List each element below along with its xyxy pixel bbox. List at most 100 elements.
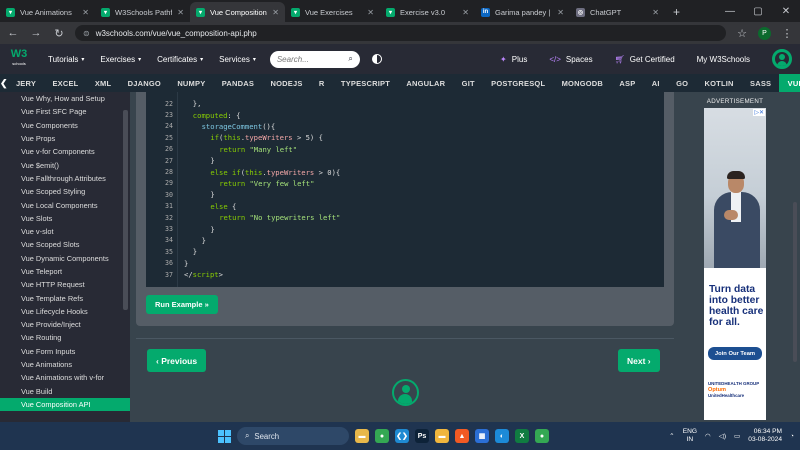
close-tab-icon[interactable]: ✕ — [462, 8, 469, 17]
topic-r[interactable]: R — [311, 74, 333, 92]
clock[interactable]: 06:34 PM 03-08-2024 — [748, 428, 782, 444]
next-button[interactable]: Next › — [618, 349, 660, 372]
nav-services[interactable]: Services ▾ — [219, 55, 256, 64]
topic-jery[interactable]: JERY — [8, 74, 45, 92]
chevron-up-icon[interactable]: ⌃ — [669, 432, 675, 440]
profile-avatar[interactable]: P — [758, 26, 771, 40]
close-tab-icon[interactable]: ✕ — [272, 8, 279, 17]
sidebar-item[interactable]: Vue Why, How and Setup — [0, 92, 130, 105]
photoshop-icon[interactable]: Ps — [415, 429, 429, 443]
sidebar-item[interactable]: Vue Props — [0, 132, 130, 145]
close-tab-icon[interactable]: ✕ — [652, 8, 659, 17]
close-tab-icon[interactable]: ✕ — [177, 8, 184, 17]
forward-icon[interactable]: → — [29, 27, 43, 39]
windows-start-icon[interactable] — [218, 429, 231, 443]
theme-toggle-icon[interactable] — [371, 54, 382, 64]
run-example-button[interactable]: Run Example » — [146, 295, 218, 314]
browser-tab[interactable]: ▾ Vue Exercises ✕ — [285, 2, 380, 22]
chrome-icon[interactable]: ● — [375, 429, 389, 443]
vscode-icon[interactable]: ❮❯ — [395, 429, 409, 443]
excel-icon[interactable]: X — [515, 429, 529, 443]
topic-typescript[interactable]: TYPESCRIPT — [333, 74, 398, 92]
sidebar-item[interactable]: Vue Provide/Inject — [0, 318, 130, 331]
topic-pandas[interactable]: PANDAS — [214, 74, 263, 92]
topic-xml[interactable]: XML — [87, 74, 120, 92]
sidebar-item[interactable]: Vue Animations with v-for — [0, 371, 130, 384]
topic-postgresql[interactable]: POSTGRESQL — [483, 74, 553, 92]
close-tab-icon[interactable]: ✕ — [367, 8, 374, 17]
back-icon[interactable]: ← — [6, 27, 20, 39]
topic-ai[interactable]: AI — [644, 74, 668, 92]
sidebar-item[interactable]: Vue v-for Components — [0, 145, 130, 158]
advertisement[interactable]: ▷✕ Turn data into better health care for… — [704, 108, 766, 420]
nav-exercises[interactable]: Exercises ▾ — [100, 55, 141, 64]
browser-tab[interactable]: ▾ Vue Animations ✕ — [0, 2, 95, 22]
sidebar-item[interactable]: Vue HTTP Request — [0, 278, 130, 291]
ad-close-icon[interactable]: ▷✕ — [753, 109, 765, 116]
browser-tab[interactable]: ◎ ChatGPT ✕ — [570, 2, 665, 22]
topic-numpy[interactable]: NUMPY — [169, 74, 213, 92]
reload-icon[interactable]: ↻ — [52, 27, 66, 40]
battery-icon[interactable]: ▭ — [734, 432, 740, 440]
folder-icon[interactable]: ▬ — [435, 429, 449, 443]
notification-icon[interactable]: ◔ — [790, 433, 794, 440]
file-explorer-icon[interactable]: ▬ — [355, 429, 369, 443]
topic-sass[interactable]: SASS — [742, 74, 780, 92]
sidebar-item[interactable]: Vue Fallthrough Attributes — [0, 172, 130, 185]
topic-vue[interactable]: VUE — [779, 74, 800, 92]
sidebar-item[interactable]: Vue Template Refs — [0, 291, 130, 304]
site-info-icon[interactable]: ⊜ — [83, 29, 90, 38]
my-w3schools-link[interactable]: My W3Schools — [697, 55, 750, 64]
topic-kotlin[interactable]: KOTLIN — [696, 74, 742, 92]
sidebar-item[interactable]: Vue Scoped Styling — [0, 185, 130, 198]
sidebar-item[interactable]: Vue Slots — [0, 212, 130, 225]
topic-excel[interactable]: EXCEL — [44, 74, 86, 92]
volume-icon[interactable]: ◁) — [719, 432, 726, 440]
sidebar-item[interactable]: Vue Composition API — [0, 397, 130, 412]
browser-tab[interactable]: ▾W3Schools Pathfinder✕ — [95, 2, 190, 22]
close-window-icon[interactable]: ✕ — [772, 0, 800, 22]
sidebar-item[interactable]: Vue Local Components — [0, 198, 130, 211]
topic-django[interactable]: DJANGO — [119, 74, 169, 92]
maximize-icon[interactable]: ▢ — [744, 0, 772, 22]
minimize-icon[interactable]: — — [716, 0, 744, 22]
browser-tab[interactable]: inGarima pandey | Lin✕ — [475, 2, 570, 22]
sidebar-item[interactable]: Vue Build — [0, 385, 130, 398]
site-search-input[interactable]: Search... ⌕ — [269, 50, 360, 68]
close-tab-icon[interactable]: ✕ — [82, 8, 89, 17]
chrome-active-icon[interactable]: ● — [535, 429, 549, 443]
bookmark-star-icon[interactable]: ☆ — [735, 27, 749, 40]
scroll-left-icon[interactable]: ❮ — [0, 78, 8, 89]
edge-icon[interactable]: ◐ — [495, 429, 509, 443]
menu-kebab-icon[interactable]: ⋮ — [780, 27, 794, 40]
nav-tutorials[interactable]: Tutorials ▾ — [48, 55, 84, 64]
sidebar-item[interactable]: Vue Form Inputs — [0, 345, 130, 358]
topic-asp[interactable]: ASP — [611, 74, 643, 92]
get-certified-link[interactable]: 🛒︎ Get Certified — [615, 55, 675, 64]
sidebar-item[interactable]: Vue Lifecycle Hooks — [0, 305, 130, 318]
store-icon[interactable]: ▦ — [475, 429, 489, 443]
ad-cta-button[interactable]: Join Our Team — [708, 347, 762, 360]
wifi-icon[interactable]: ◠ — [705, 432, 711, 440]
language-indicator[interactable]: ENG IN — [683, 428, 697, 444]
spaces-link[interactable]: </> Spaces — [549, 55, 592, 64]
sidebar-item[interactable]: Vue Dynamic Components — [0, 252, 130, 265]
user-avatar-icon[interactable] — [772, 49, 792, 69]
sidebar-item[interactable]: Vue $emit() — [0, 158, 130, 171]
new-tab-button[interactable]: + — [665, 2, 688, 22]
topic-mongodb[interactable]: MONGODB — [553, 74, 611, 92]
topic-angular[interactable]: ANGULAR — [398, 74, 453, 92]
nav-certificates[interactable]: Certificates ▾ — [157, 55, 203, 64]
page-scrollbar[interactable] — [793, 202, 797, 362]
plus-link[interactable]: ✦ Plus — [500, 55, 527, 64]
previous-button[interactable]: ‹ Previous — [147, 349, 207, 372]
browser-tab[interactable]: ▾Vue Composition API✕ — [190, 2, 285, 22]
sidebar-item[interactable]: Vue First SFC Page — [0, 105, 130, 118]
taskbar-search[interactable]: ⌕ Search — [237, 427, 349, 445]
w3schools-logo[interactable]: W3 schools — [8, 48, 30, 70]
sidebar-item[interactable]: Vue Scoped Slots — [0, 238, 130, 251]
topic-git[interactable]: GIT — [453, 74, 482, 92]
sidebar-item[interactable]: Vue Animations — [0, 358, 130, 371]
sidebar-item[interactable]: Vue Routing — [0, 331, 130, 344]
sidebar-item[interactable]: Vue v-slot — [0, 225, 130, 238]
